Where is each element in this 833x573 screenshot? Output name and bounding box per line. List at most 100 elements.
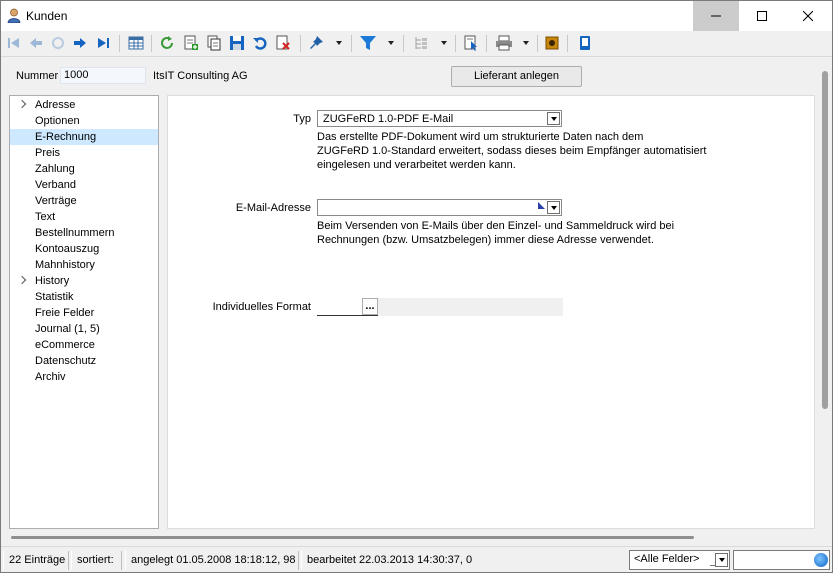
typ-select[interactable]: ZUGFeRD 1.0-PDF E-Mail	[317, 110, 562, 127]
sidebar-item-label: Datenschutz	[35, 355, 97, 367]
typ-help-line: ZUGFeRD 1.0-Standard erweitert, sodass d…	[317, 145, 707, 157]
stamp-button[interactable]	[543, 34, 561, 52]
sidebar-item-label: Statistik	[35, 291, 74, 303]
lieferant-anlegen-button[interactable]: Lieferant anlegen	[451, 66, 582, 87]
field-filter-select[interactable]: <Alle Felder>	[629, 550, 730, 570]
browse-button[interactable]: ...	[362, 298, 378, 315]
chevron-down-icon[interactable]	[547, 112, 560, 125]
email-help-line: Beim Versenden von E-Mails über den Einz…	[317, 220, 675, 232]
sidebar-item-label: Text	[35, 211, 56, 223]
sidebar-item-label: Freie Felder	[35, 307, 95, 319]
toolbar-separator	[151, 35, 152, 52]
toolbar-separator	[455, 35, 456, 52]
horizontal-scrollbar-thumb[interactable]	[11, 536, 694, 539]
sidebar-item[interactable]: Text	[10, 209, 158, 225]
tree-view-button[interactable]	[412, 34, 430, 52]
sidebar-item[interactable]: E-Rechnung	[10, 129, 158, 145]
chevron-right-icon[interactable]	[17, 275, 27, 285]
toolbar	[1, 31, 832, 57]
chevron-right-icon[interactable]	[17, 99, 27, 109]
undo-icon	[253, 37, 267, 50]
close-button[interactable]	[785, 1, 831, 31]
new-record-button[interactable]	[182, 34, 200, 52]
sidebar-item[interactable]: Preis	[10, 145, 158, 161]
sidebar-item-label: Adresse	[35, 99, 76, 111]
sidebar-item[interactable]: Verband	[10, 177, 158, 193]
format-label: Individuelles Format	[212, 301, 311, 313]
pin-icon	[310, 36, 323, 49]
print-dropdown-icon[interactable]	[523, 41, 529, 45]
toolbar-separator	[119, 35, 120, 52]
sidebar-item-label: Bestellnummern	[35, 227, 115, 239]
search-go-icon[interactable]	[814, 553, 828, 567]
sidebar-item[interactable]: Zahlung	[10, 161, 158, 177]
search-disabled-icon	[52, 37, 64, 49]
close-icon	[803, 11, 813, 21]
filter-dropdown-icon[interactable]	[388, 41, 394, 45]
next-record-icon	[74, 38, 86, 48]
nummer-field[interactable]: 1000	[60, 67, 146, 84]
sidebar-item-label: Mahnhistory	[35, 259, 95, 271]
nummer-label: Nummer	[16, 70, 59, 82]
last-record-icon	[98, 38, 109, 48]
email-field[interactable]	[317, 199, 562, 216]
format-field[interactable]: ...	[317, 298, 378, 316]
sidebar-item[interactable]: Mahnhistory	[10, 257, 158, 273]
tree-dropdown-icon[interactable]	[441, 41, 447, 45]
typ-value: ZUGFeRD 1.0-PDF E-Mail	[323, 113, 454, 125]
chevron-down-icon[interactable]	[715, 553, 728, 567]
vertical-scrollbar-thumb[interactable]	[822, 71, 828, 409]
printer-icon	[496, 35, 512, 51]
maximize-button[interactable]	[739, 1, 785, 31]
sidebar-item-label: Kontoauszug	[35, 243, 100, 255]
print-button[interactable]	[495, 34, 513, 52]
toolbar-separator	[300, 35, 301, 52]
sidebar-item[interactable]: Archiv	[10, 369, 158, 385]
toolbar-separator	[567, 35, 568, 52]
sidebar-item[interactable]: Datenschutz	[10, 353, 158, 369]
quick-search-input[interactable]	[733, 550, 830, 570]
last-record-button[interactable]	[94, 34, 112, 52]
first-record-button[interactable]	[5, 34, 23, 52]
chevron-down-icon[interactable]	[547, 201, 560, 214]
stamp-icon	[545, 36, 559, 50]
save-button[interactable]	[228, 34, 246, 52]
undo-button[interactable]	[251, 34, 269, 52]
table-view-button[interactable]	[127, 34, 145, 52]
delete-record-button[interactable]	[274, 34, 292, 52]
refresh-button[interactable]	[158, 34, 176, 52]
sidebar-item[interactable]: eCommerce	[10, 337, 158, 353]
sidebar-item[interactable]: Verträge	[10, 193, 158, 209]
delete-document-icon	[276, 35, 290, 50]
filter-button[interactable]	[359, 34, 377, 52]
customer-window: Kunden Nummer 1000 ItsIT Consulting AG L…	[0, 0, 833, 573]
previous-record-button[interactable]	[27, 34, 45, 52]
sidebar-item[interactable]: Bestellnummern	[10, 225, 158, 241]
sidebar-item[interactable]: Optionen	[10, 113, 158, 129]
sidebar-item[interactable]: History	[10, 273, 158, 289]
sidebar-item[interactable]: Freie Felder	[10, 305, 158, 321]
corner-marker-icon	[538, 202, 545, 209]
sidebar-item[interactable]: Kontoauszug	[10, 241, 158, 257]
sidebar-item-label: Preis	[35, 147, 61, 159]
table-icon	[128, 36, 144, 50]
sidebar-item[interactable]: Adresse	[10, 97, 158, 113]
pin-dropdown-icon[interactable]	[336, 41, 342, 45]
minimize-button[interactable]	[693, 1, 739, 31]
title-bar: Kunden	[1, 1, 832, 31]
refresh-disabled-button[interactable]	[49, 34, 67, 52]
copy-record-button[interactable]	[205, 34, 223, 52]
print-preview-button[interactable]	[462, 34, 480, 52]
email-help-text: Beim Versenden von E-Mails über den Einz…	[317, 219, 674, 247]
sidebar-item-label: Optionen	[35, 115, 80, 127]
section-navigation: Adresse Optionen E-Rechnung Preis Zahlung Ver…	[9, 95, 159, 529]
typ-help-line: eingelesen und verarbeitet werden kann.	[317, 159, 516, 171]
minimize-icon	[711, 15, 721, 17]
mobile-button[interactable]	[576, 34, 594, 52]
copy-icon	[207, 35, 221, 51]
sidebar-item[interactable]: Statistik	[10, 289, 158, 305]
next-record-button[interactable]	[71, 34, 89, 52]
sidebar-item-label: Zahlung	[35, 163, 75, 175]
sidebar-item[interactable]: Journal (1, 5)	[10, 321, 158, 337]
pin-button[interactable]	[307, 34, 325, 52]
